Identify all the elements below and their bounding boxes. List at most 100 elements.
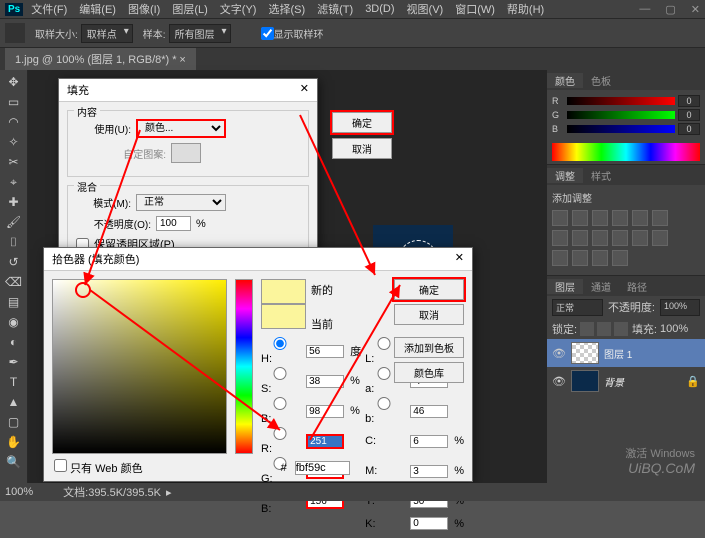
adj-icon[interactable] (612, 250, 628, 266)
crop-tool-icon[interactable]: ✂ (3, 153, 25, 171)
adj-icon[interactable] (572, 210, 588, 226)
sample-dropdown[interactable]: 所有图层 (169, 24, 231, 43)
opacity-input[interactable] (156, 216, 191, 231)
adj-icon[interactable] (632, 210, 648, 226)
menu-filter[interactable]: 滤镜(T) (317, 1, 353, 17)
tab-channels[interactable]: 通道 (583, 279, 619, 294)
visibility-icon[interactable]: 👁 (552, 375, 566, 388)
use-dropdown[interactable]: 颜色... (136, 119, 226, 138)
mode-dropdown[interactable]: 正常 (136, 194, 226, 211)
layer-row[interactable]: 👁 背景 🔒 (547, 367, 705, 395)
lock-all-icon[interactable] (614, 322, 628, 336)
picker-ok-button[interactable]: 确定 (394, 279, 464, 300)
r-value[interactable]: 0 (678, 95, 700, 107)
pattern-swatch[interactable] (171, 143, 201, 163)
menu-window[interactable]: 窗口(W) (455, 1, 495, 17)
document-tab[interactable]: 1.jpg @ 100% (图层 1, RGB/8*) * × (5, 48, 196, 70)
b-value[interactable]: 0 (678, 123, 700, 135)
fill-input[interactable]: 100% (660, 323, 700, 335)
sample-size-dropdown[interactable]: 取样点 (81, 24, 133, 43)
picker-cancel-button[interactable]: 取消 (394, 304, 464, 325)
adj-icon[interactable] (612, 230, 628, 246)
menu-select[interactable]: 选择(S) (268, 1, 305, 17)
tab-styles[interactable]: 样式 (583, 168, 619, 183)
adj-icon[interactable] (652, 230, 668, 246)
layer-name[interactable]: 图层 1 (604, 346, 632, 361)
chevron-right-icon[interactable]: ▸ (166, 486, 172, 499)
eraser-tool-icon[interactable]: ⌫ (3, 273, 25, 291)
gradient-tool-icon[interactable]: ▤ (3, 293, 25, 311)
adj-icon[interactable] (592, 250, 608, 266)
tab-paths[interactable]: 路径 (619, 279, 655, 294)
tab-swatches[interactable]: 色板 (583, 73, 619, 88)
move-tool-icon[interactable]: ✥ (3, 73, 25, 91)
menu-view[interactable]: 视图(V) (407, 1, 444, 17)
b-radio[interactable] (261, 397, 299, 410)
window-minimize-icon[interactable]: — (639, 3, 650, 16)
blend-mode-dropdown[interactable]: 正常 (552, 299, 603, 316)
adj-icon[interactable] (612, 210, 628, 226)
tab-color[interactable]: 颜色 (547, 73, 583, 88)
saturation-value-field[interactable] (52, 279, 227, 454)
pen-tool-icon[interactable]: ✒ (3, 353, 25, 371)
zoom-tool-icon[interactable]: 🔍 (3, 453, 25, 471)
healing-tool-icon[interactable]: ✚ (3, 193, 25, 211)
adj-icon[interactable] (592, 230, 608, 246)
adj-icon[interactable] (552, 210, 568, 226)
show-ring-checkbox[interactable] (261, 27, 274, 40)
m-input[interactable] (410, 465, 448, 478)
blur-tool-icon[interactable]: ◉ (3, 313, 25, 331)
ok-button[interactable]: 确定 (332, 112, 392, 133)
r-slider[interactable] (567, 97, 675, 105)
cancel-button[interactable]: 取消 (332, 138, 392, 159)
tab-adjustments[interactable]: 调整 (547, 168, 583, 183)
s-radio[interactable] (261, 367, 299, 380)
window-close-icon[interactable]: ✕ (691, 3, 700, 16)
shape-tool-icon[interactable]: ▢ (3, 413, 25, 431)
hue-slider[interactable] (235, 279, 253, 454)
layer-opacity-input[interactable]: 100% (660, 299, 700, 316)
h-input[interactable] (306, 345, 344, 358)
hex-input[interactable] (295, 461, 350, 475)
adj-icon[interactable] (592, 210, 608, 226)
spectrum-bar[interactable] (552, 143, 700, 161)
marquee-tool-icon[interactable]: ▭ (3, 93, 25, 111)
r-radio[interactable] (261, 427, 299, 440)
stamp-tool-icon[interactable]: ⌷ (3, 233, 25, 251)
type-tool-icon[interactable]: T (3, 373, 25, 391)
eyedropper-tool-icon[interactable]: ⌖ (3, 173, 25, 191)
adj-icon[interactable] (572, 250, 588, 266)
menu-image[interactable]: 图像(I) (128, 1, 160, 17)
b2-input[interactable] (410, 405, 448, 418)
b2-radio[interactable] (365, 397, 403, 410)
layer-name[interactable]: 背景 (604, 374, 624, 389)
history-brush-icon[interactable]: ↺ (3, 253, 25, 271)
visibility-icon[interactable]: 👁 (552, 347, 566, 360)
tab-close-icon[interactable]: × (179, 54, 185, 66)
g-value[interactable]: 0 (678, 109, 700, 121)
bval-input[interactable] (306, 405, 344, 418)
brush-tool-icon[interactable]: 🖌 (3, 213, 25, 231)
menu-file[interactable]: 文件(F) (31, 1, 67, 17)
adj-icon[interactable] (552, 250, 568, 266)
menu-edit[interactable]: 编辑(E) (79, 1, 116, 17)
menu-3d[interactable]: 3D(D) (365, 3, 394, 15)
h-radio[interactable] (261, 337, 299, 350)
color-lib-button[interactable]: 颜色库 (394, 362, 464, 383)
close-icon[interactable]: ✕ (455, 251, 464, 267)
close-icon[interactable]: ✕ (300, 82, 309, 98)
adj-icon[interactable] (572, 230, 588, 246)
adj-icon[interactable] (552, 230, 568, 246)
path-select-icon[interactable]: ▲ (3, 393, 25, 411)
adj-icon[interactable] (652, 210, 668, 226)
add-swatch-button[interactable]: 添加到色板 (394, 337, 464, 358)
hand-tool-icon[interactable]: ✋ (3, 433, 25, 451)
wand-tool-icon[interactable]: ✧ (3, 133, 25, 151)
r-input[interactable] (306, 434, 344, 449)
lock-position-icon[interactable] (597, 322, 611, 336)
adj-icon[interactable] (632, 230, 648, 246)
g-slider[interactable] (567, 111, 675, 119)
menu-type[interactable]: 文字(Y) (220, 1, 257, 17)
web-only-checkbox[interactable] (54, 459, 67, 472)
menu-layer[interactable]: 图层(L) (172, 1, 207, 17)
